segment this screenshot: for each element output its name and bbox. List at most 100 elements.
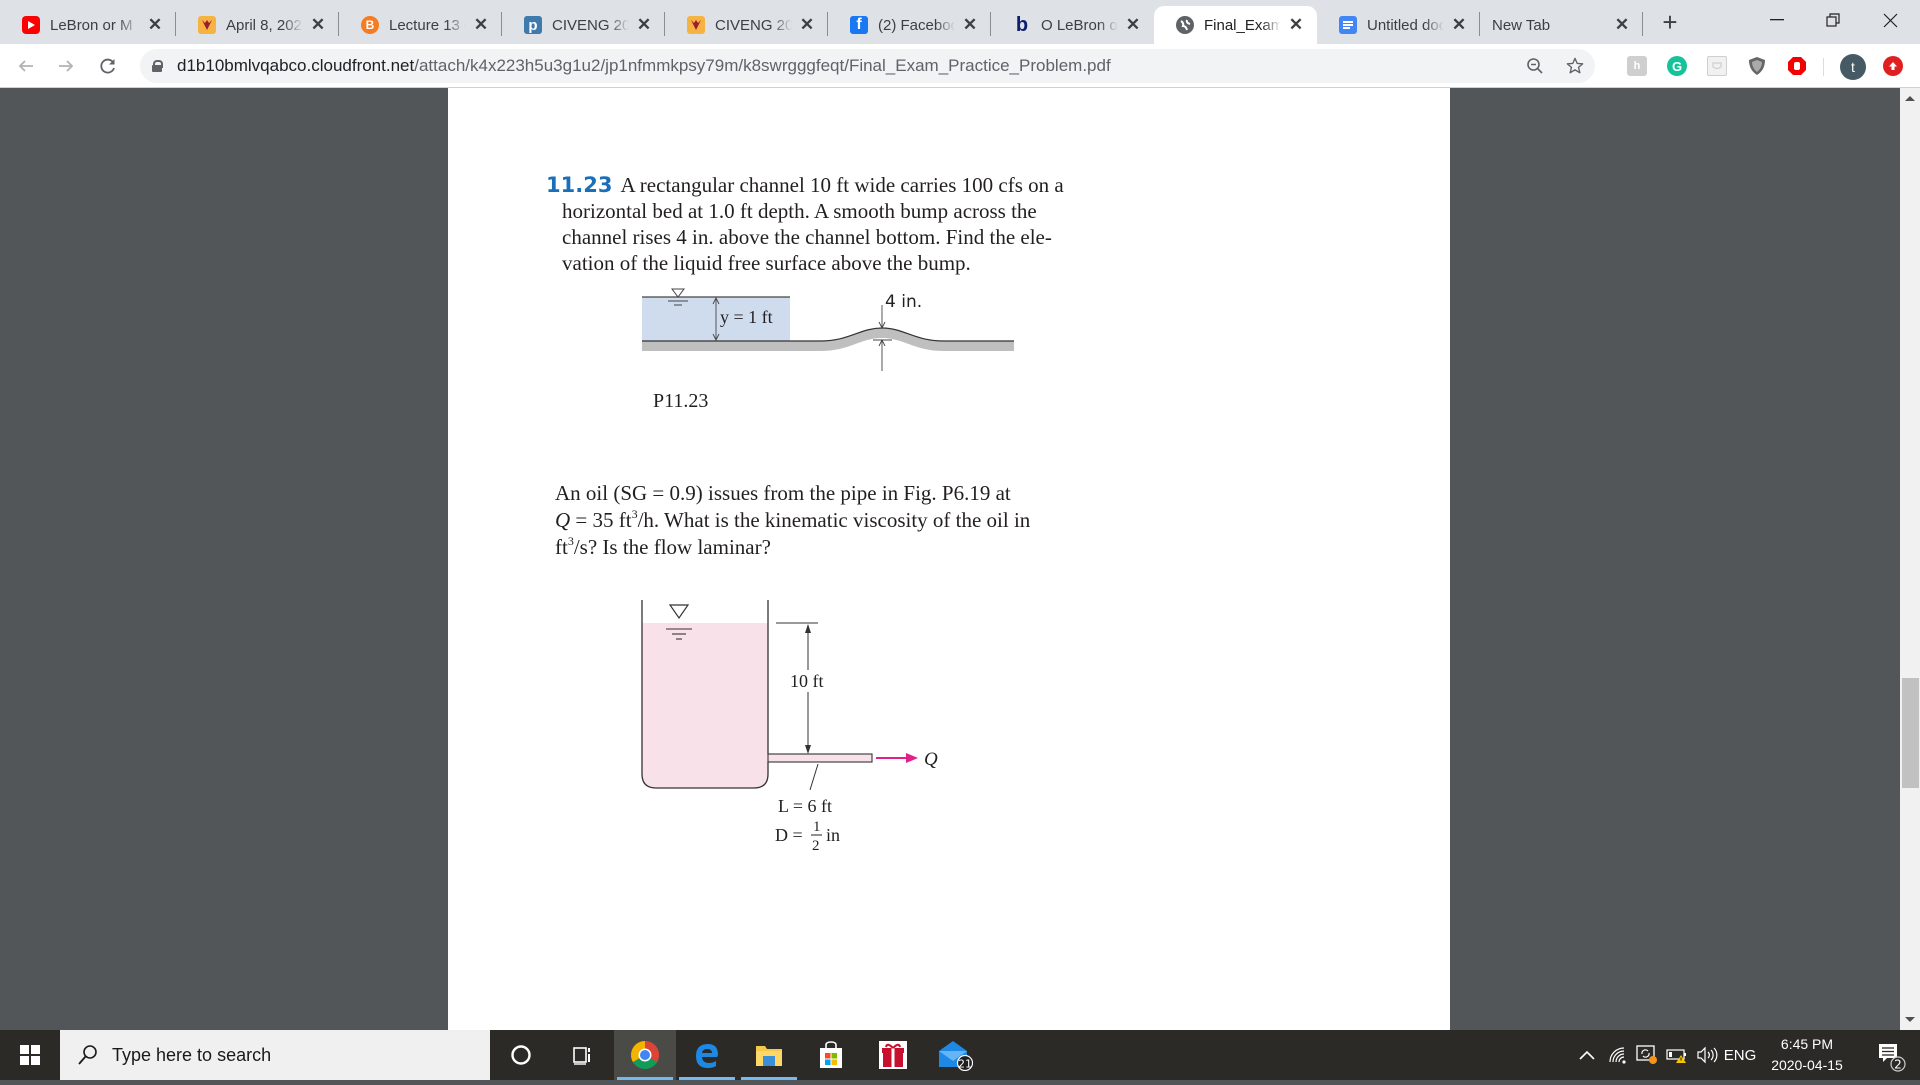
problem-line-text: A rectangular channel 10 ft wide carries…	[620, 173, 1064, 197]
reload-icon	[100, 58, 115, 74]
profile-avatar[interactable]: t	[1840, 54, 1866, 80]
taskbar-microsoft-store[interactable]	[800, 1030, 862, 1080]
show-hidden-icons-button[interactable]	[1572, 1030, 1602, 1080]
volume-button[interactable]	[1692, 1030, 1722, 1080]
arrow-right-icon	[59, 60, 74, 72]
chrome-icon	[631, 1041, 659, 1069]
battery-button[interactable]	[1662, 1030, 1692, 1080]
notification-icon: 2	[1879, 1044, 1906, 1072]
back-button[interactable]	[12, 52, 40, 80]
bump-height-label: 4 in.	[885, 292, 922, 312]
cortana-button[interactable]	[490, 1030, 552, 1080]
oil-fill	[642, 623, 768, 788]
tab-lecture-13[interactable]: B Lecture 13 – ✕	[339, 6, 502, 44]
tab-april-8[interactable]: April 8, 2020 ✕	[176, 6, 339, 44]
scrollbar-thumb[interactable]	[1902, 678, 1919, 789]
close-tab-icon[interactable]: ✕	[1124, 15, 1142, 35]
problem-line-text: /h. What is the kinematic viscosity of t…	[637, 508, 1031, 532]
grammarly-extension-icon[interactable]: G	[1667, 56, 1687, 76]
problem-11-23-text: 11.23 A rectangular channel 10 ft wide c…	[546, 172, 1106, 276]
tab-civeng-piazza[interactable]: p CIVENG 200 ✕	[502, 6, 665, 44]
url-host: d1b10bmlvqabco.cloudfront.net	[177, 56, 415, 75]
tab-facebook[interactable]: f (2) Facebook ✕	[828, 6, 991, 44]
close-tab-icon[interactable]: ✕	[798, 15, 816, 35]
tab-title: LeBron or M	[50, 16, 133, 34]
bing-b-icon: b	[1015, 13, 1029, 36]
new-tab-button[interactable]: +	[1655, 8, 1685, 38]
taskbar-chrome[interactable]	[614, 1030, 676, 1080]
brightspace-b-icon: B	[361, 16, 379, 34]
vertical-scrollbar[interactable]	[1900, 88, 1920, 1030]
tab-separator	[1642, 12, 1643, 36]
close-window-button[interactable]	[1862, 0, 1918, 40]
close-tab-icon[interactable]: ✕	[146, 15, 164, 35]
search-placeholder: Type here to search	[112, 1044, 272, 1065]
close-tab-icon[interactable]: ✕	[1287, 15, 1305, 35]
adguard-extension-icon[interactable]	[1747, 56, 1767, 76]
tab-untitled-doc[interactable]: Untitled doc ✕	[1317, 6, 1480, 44]
zoom-out-icon[interactable]	[1520, 49, 1550, 83]
tab-final-exam[interactable]: Final_Exam_P ✕	[1154, 6, 1317, 44]
scroll-down-arrow-icon[interactable]	[1905, 1017, 1915, 1022]
action-center-button[interactable]: 2	[1866, 1030, 1920, 1080]
url-text[interactable]: d1b10bmlvqabco.cloudfront.net/attach/k4x…	[177, 56, 1111, 76]
input-language-button[interactable]: ENG	[1722, 1030, 1758, 1080]
tab-title: CIVENG 200	[552, 16, 629, 34]
taskbar-clock[interactable]: 6:45 PM 2020-04-15	[1758, 1034, 1856, 1076]
wifi-button[interactable]	[1602, 1030, 1632, 1080]
diameter-numerator: 1	[813, 819, 821, 835]
taskbar-file-explorer[interactable]	[738, 1030, 800, 1080]
mail-badge: 21	[958, 1058, 972, 1071]
pipe-diameter-prefix: D =	[775, 825, 803, 845]
close-tab-icon[interactable]: ✕	[961, 15, 979, 35]
task-view-icon	[573, 1047, 590, 1065]
address-bar[interactable]: d1b10bmlvqabco.cloudfront.net/attach/k4x…	[140, 49, 1595, 83]
tab-civeng-avenue[interactable]: CIVENG 200 ✕	[665, 6, 828, 44]
close-tab-icon[interactable]: ✕	[1613, 15, 1631, 35]
griffin-crest-icon	[198, 16, 216, 34]
sync-status-button[interactable]	[1632, 1030, 1662, 1080]
youtube-icon	[22, 16, 40, 34]
reload-button[interactable]	[94, 52, 122, 80]
google-docs-icon	[1339, 16, 1357, 34]
pdf-page: 11.23 A rectangular channel 10 ft wide c…	[448, 88, 1450, 1030]
taskbar-gift-app[interactable]	[862, 1030, 924, 1080]
close-tab-icon[interactable]: ✕	[309, 15, 327, 35]
minimize-button[interactable]	[1749, 0, 1805, 40]
clock-time: 6:45 PM	[1780, 1036, 1834, 1052]
tab-title: Lecture 13 –	[389, 16, 466, 34]
tab-new-tab[interactable]: New Tab ✕	[1480, 6, 1643, 44]
volume-icon	[1697, 1046, 1718, 1064]
forward-button[interactable]	[52, 52, 80, 80]
piazza-p-icon: p	[524, 16, 542, 34]
tab-title: Untitled doc	[1367, 16, 1444, 34]
url-path: /attach/k4x223h5u3g1u2/jp1nfmmkpsy79m/k8…	[414, 56, 1111, 75]
honey-extension-icon[interactable]: h	[1627, 56, 1647, 76]
globe-icon	[1176, 16, 1194, 34]
taskbar-mail[interactable]: 21	[924, 1030, 986, 1080]
taskbar-search-box[interactable]: Type here to search	[60, 1030, 490, 1080]
bookmark-star-icon[interactable]	[1560, 49, 1590, 83]
adblock-extension-icon[interactable]	[1787, 56, 1807, 76]
close-tab-icon[interactable]: ✕	[1450, 15, 1468, 35]
free-surface-symbol	[671, 288, 685, 298]
tab-youtube[interactable]: LeBron or M ✕	[0, 6, 176, 44]
cortana-icon	[511, 1045, 531, 1065]
griffin-crest-icon	[687, 16, 705, 34]
restore-button[interactable]	[1805, 0, 1861, 40]
pocket-extension-icon[interactable]	[1707, 56, 1727, 76]
close-tab-icon[interactable]: ✕	[635, 15, 653, 35]
tab-title: Final_Exam_P	[1204, 16, 1281, 34]
taskbar-edge[interactable]	[676, 1030, 738, 1080]
start-button[interactable]	[0, 1030, 60, 1080]
task-view-button[interactable]	[552, 1030, 614, 1080]
close-tab-icon[interactable]: ✕	[472, 15, 490, 35]
notification-count: 2	[1894, 1058, 1902, 1072]
flow-symbol: Q	[555, 508, 571, 532]
toolbar-divider	[1823, 58, 1824, 76]
free-surface-symbol	[668, 604, 690, 620]
tab-bing[interactable]: b O LeBron or ✕	[991, 6, 1154, 44]
edge-icon	[696, 1044, 718, 1068]
scroll-up-arrow-icon[interactable]	[1905, 96, 1915, 101]
update-available-icon[interactable]	[1883, 56, 1903, 76]
